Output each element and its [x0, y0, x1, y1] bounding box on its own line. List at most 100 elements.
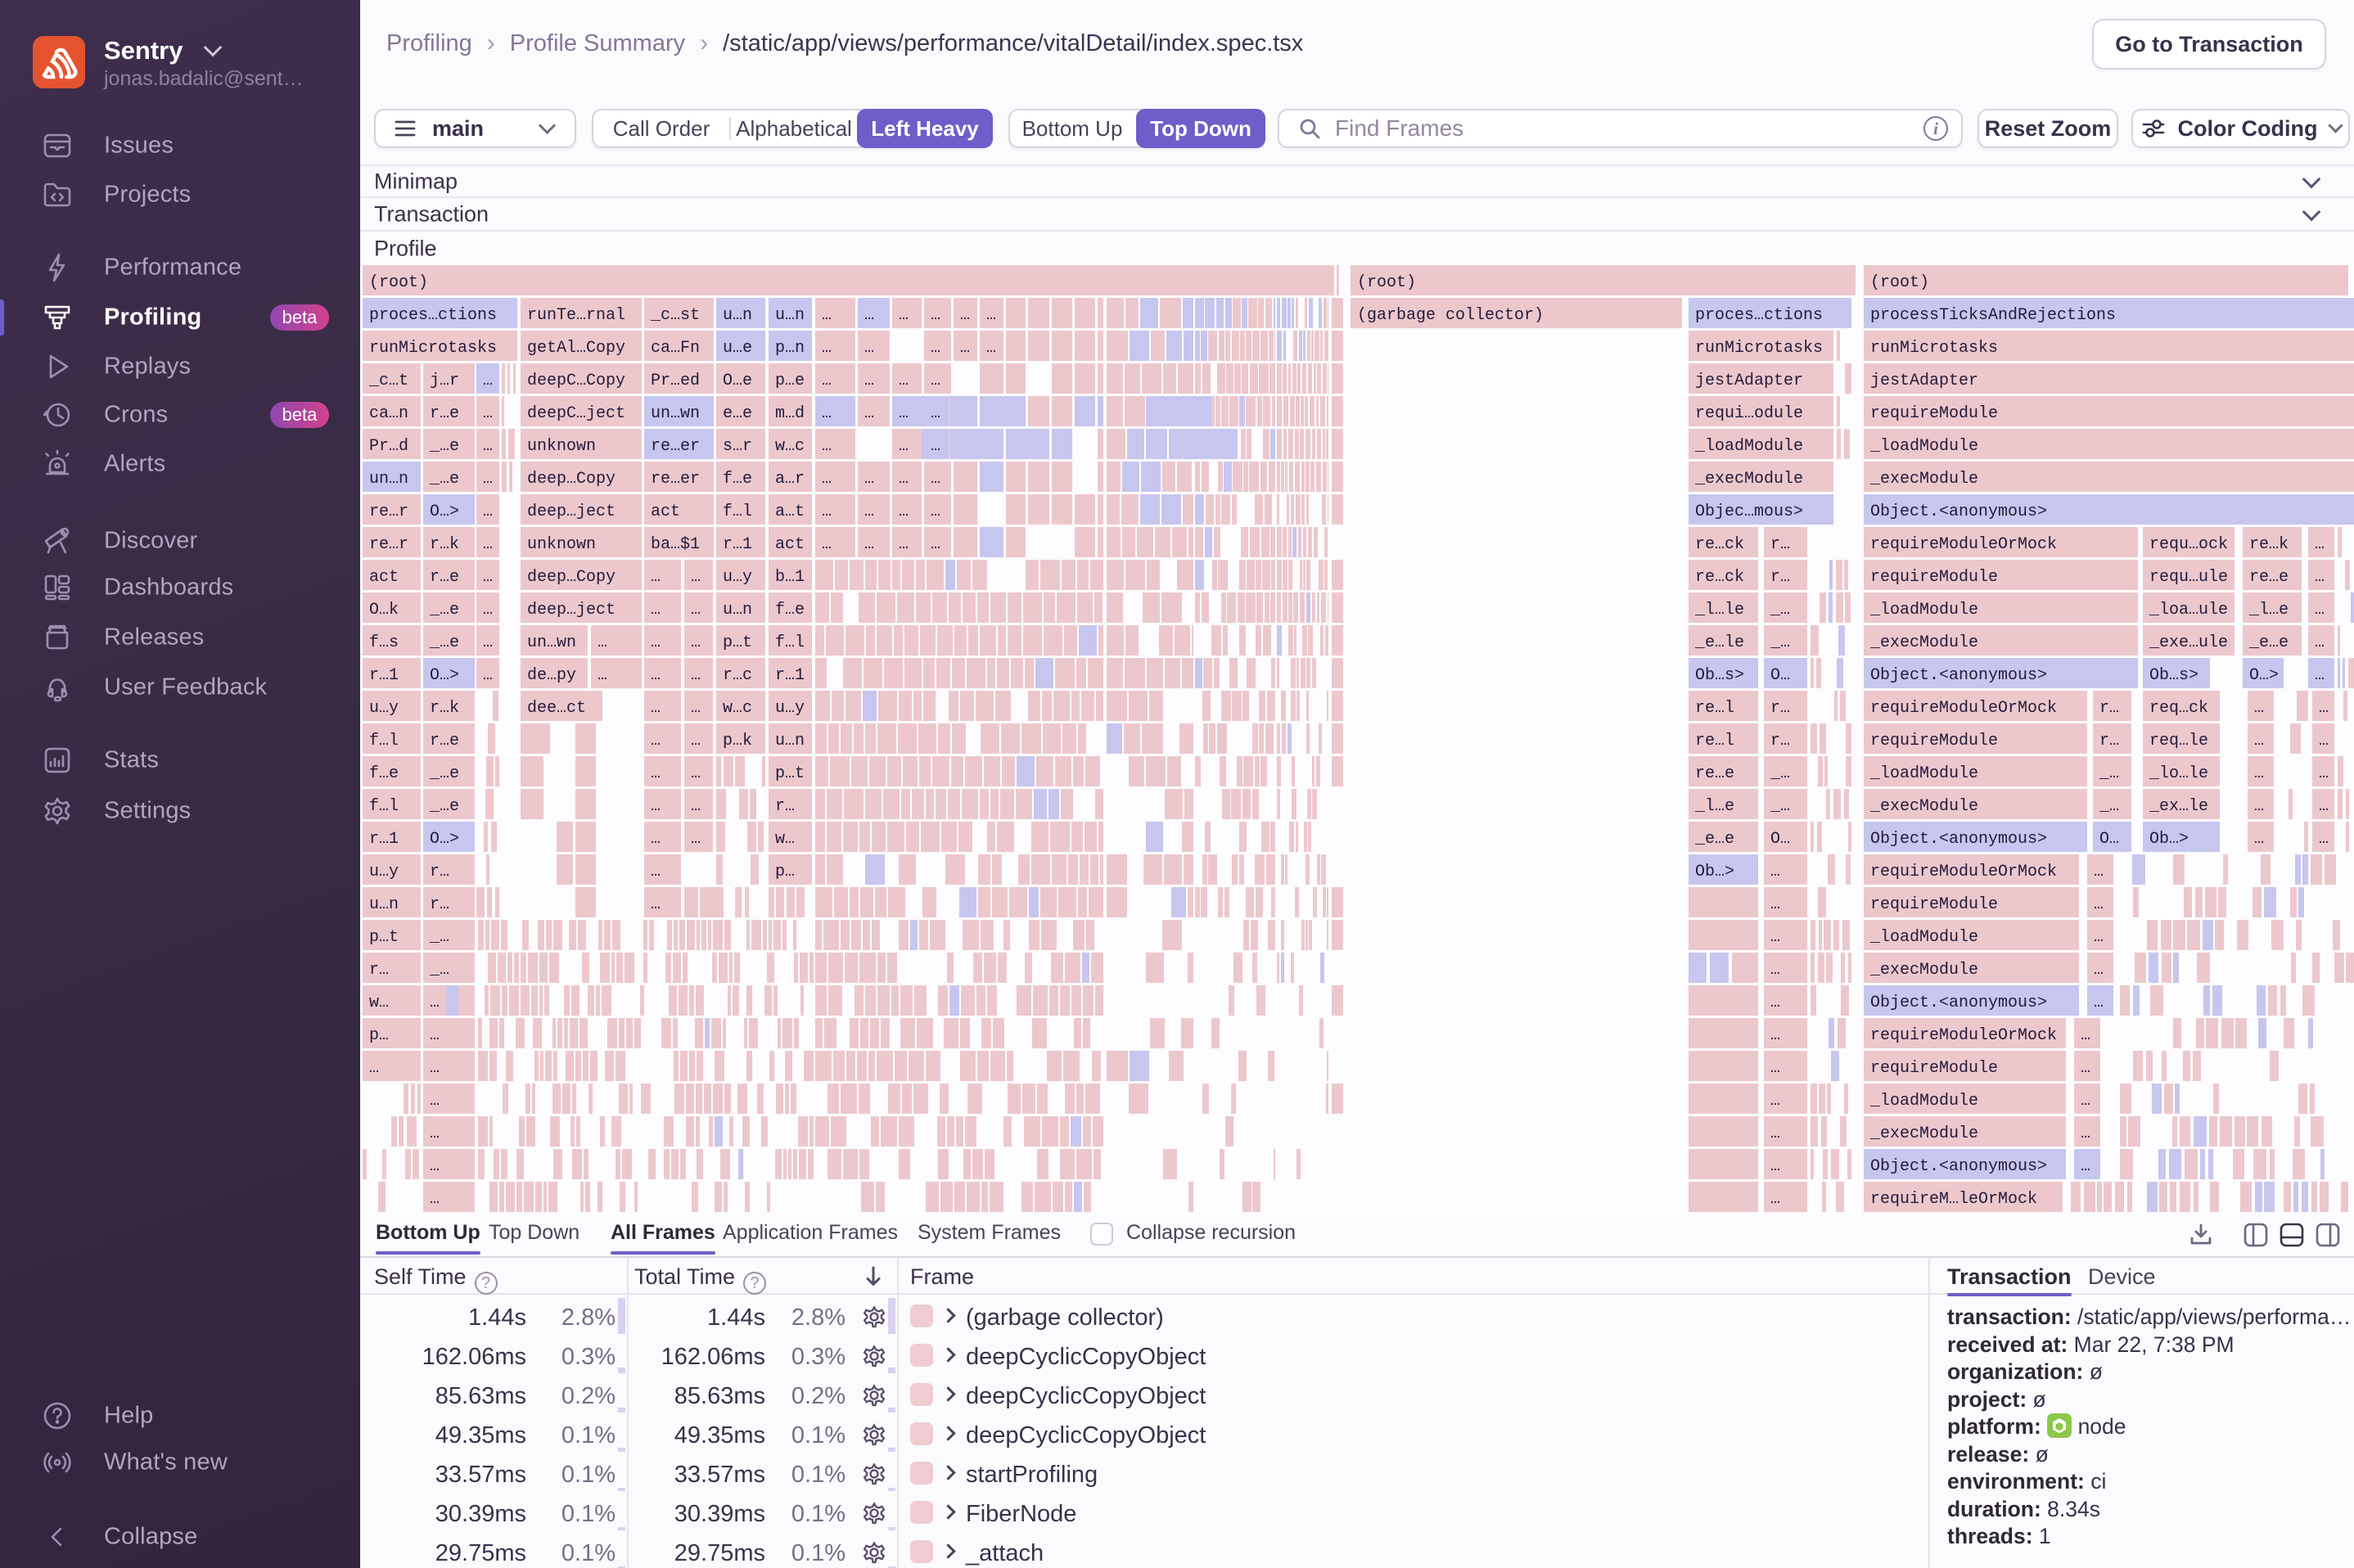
svg-text:deep…ject: deep…ject	[527, 601, 616, 620]
svg-text:…: …	[483, 601, 493, 620]
svg-text:…: …	[651, 764, 661, 783]
svg-text:…: …	[1770, 1026, 1780, 1045]
svg-text:requireModuleOrMock: requireModuleOrMock	[1870, 535, 2057, 554]
svg-text:w…: w…	[369, 994, 389, 1012]
svg-text:_c…t: _c…t	[368, 372, 408, 390]
svg-text:…: …	[864, 470, 874, 489]
svg-text:…: …	[822, 306, 832, 325]
svg-text:re…r: re…r	[369, 535, 408, 554]
svg-text:_l…e: _l…e	[1694, 797, 1734, 816]
svg-text:r…1: r…1	[775, 666, 805, 685]
svg-text:…: …	[2319, 797, 2329, 816]
svg-text:…: …	[691, 797, 701, 816]
svg-text:…: …	[960, 339, 970, 358]
svg-text:…: …	[691, 699, 701, 718]
svg-text:u…n: u…n	[723, 601, 752, 620]
svg-text:_…e: _…e	[429, 437, 459, 456]
svg-text:…: …	[1770, 1059, 1780, 1078]
svg-text:_…e: _…e	[429, 797, 459, 816]
svg-text:u…y: u…y	[775, 699, 805, 718]
svg-text:…: …	[483, 502, 493, 521]
svg-text:…: …	[651, 732, 661, 750]
svg-text:un…wn: un…wn	[651, 404, 700, 423]
svg-text:…: …	[931, 535, 940, 554]
svg-text:s…r: s…r	[723, 437, 752, 456]
svg-text:jestAdapter: jestAdapter	[1870, 372, 1978, 390]
svg-text:…: …	[483, 470, 493, 489]
svg-text:runMicrotasks: runMicrotasks	[1870, 339, 1998, 358]
svg-text:Pr…ed: Pr…ed	[651, 372, 700, 390]
svg-text:jestAdapter: jestAdapter	[1695, 372, 1803, 390]
svg-text:w…: w…	[775, 830, 795, 849]
svg-text:requ…ule: requ…ule	[2149, 568, 2228, 587]
svg-text:_loadModule: _loadModule	[1869, 764, 1978, 783]
svg-text:…: …	[864, 502, 874, 521]
svg-text:_l…e: _l…e	[2248, 601, 2289, 620]
svg-text:…: …	[1770, 1124, 1780, 1143]
svg-text:re…ck: re…ck	[1695, 535, 1744, 554]
svg-text:…: …	[2081, 1026, 2090, 1045]
svg-text:_loadModule: _loadModule	[1869, 601, 1978, 620]
svg-text:r…: r…	[1770, 568, 1790, 587]
svg-text:u…n: u…n	[369, 895, 399, 914]
svg-text:a…t: a…t	[775, 502, 805, 521]
svg-text:…: …	[1770, 961, 1780, 980]
svg-text:requireModule: requireModule	[1870, 1059, 1998, 1078]
svg-text:req…ck: req…ck	[2149, 699, 2208, 718]
svg-text:…: …	[2315, 633, 2325, 652]
svg-text:re…r: re…r	[369, 502, 408, 521]
svg-text:_…e: _…e	[429, 601, 459, 620]
svg-text:…: …	[986, 306, 996, 325]
svg-text:…: …	[651, 863, 661, 881]
svg-text:…: …	[2315, 535, 2325, 554]
svg-text:…: …	[960, 306, 970, 325]
svg-text:…: …	[864, 535, 874, 554]
svg-text:_…: _…	[2099, 764, 2119, 783]
svg-text:…: …	[899, 502, 909, 521]
svg-text:act: act	[775, 535, 805, 554]
svg-text:r…: r…	[369, 961, 389, 980]
svg-text:_e…le: _e…le	[1694, 633, 1744, 652]
svg-text:f…l: f…l	[369, 797, 399, 816]
svg-text:…: …	[691, 764, 701, 783]
svg-text:requireModuleOrMock: requireModuleOrMock	[1870, 863, 2057, 881]
svg-text:Ob…>: Ob…>	[1695, 863, 1734, 881]
svg-text:…: …	[864, 372, 874, 390]
svg-text:Ob…>: Ob…>	[2149, 830, 2189, 849]
svg-text:…: …	[899, 437, 909, 456]
svg-text:…: …	[1770, 895, 1780, 914]
svg-text:r…: r…	[1770, 699, 1790, 718]
svg-text:…: …	[931, 404, 940, 423]
svg-text:…: …	[2319, 699, 2329, 718]
svg-text:_e…e: _e…e	[2248, 633, 2289, 652]
svg-text:…: …	[899, 470, 909, 489]
svg-text:r…e: r…e	[430, 404, 459, 423]
svg-text:re…k: re…k	[2249, 535, 2289, 554]
svg-text:…: …	[2094, 928, 2104, 947]
svg-text:…: …	[822, 372, 832, 390]
svg-text:…: …	[691, 830, 701, 849]
svg-text:r…: r…	[1770, 535, 1790, 554]
svg-text:act: act	[369, 568, 399, 587]
svg-text:…: …	[822, 339, 832, 358]
svg-text:r…e: r…e	[430, 568, 459, 587]
svg-text:proces…ctions: proces…ctions	[1695, 306, 1823, 325]
svg-text:re…e: re…e	[2249, 568, 2289, 587]
svg-text:…: …	[931, 306, 940, 325]
svg-text:re…ck: re…ck	[1695, 568, 1744, 587]
svg-text:ca…n: ca…n	[369, 404, 408, 423]
svg-text:p…n: p…n	[775, 339, 805, 358]
svg-text:requi…odule: requi…odule	[1695, 404, 1803, 423]
svg-text:r…1: r…1	[723, 535, 752, 554]
svg-text:unknown: unknown	[527, 437, 596, 456]
svg-text:ca…Fn: ca…Fn	[651, 339, 700, 358]
svg-text:…: …	[651, 830, 661, 849]
svg-text:r…: r…	[430, 895, 449, 914]
svg-text:_loa…ule: _loa…ule	[2149, 601, 2228, 620]
svg-text:_execModule: _execModule	[1869, 470, 1978, 489]
svg-text:…: …	[864, 306, 874, 325]
svg-text:…: …	[483, 404, 493, 423]
svg-text:…: …	[899, 535, 909, 554]
svg-text:…: …	[2319, 764, 2329, 783]
svg-text:…: …	[430, 1059, 440, 1078]
